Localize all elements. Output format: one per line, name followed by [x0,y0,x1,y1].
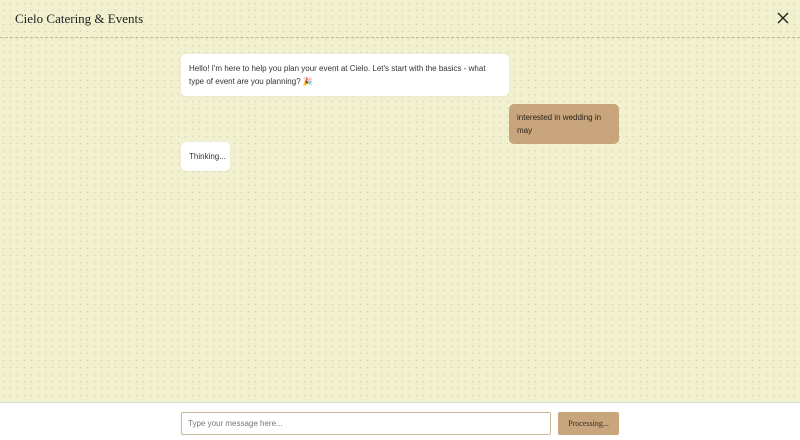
message-list[interactable]: Hello! I'm here to help you plan your ev… [0,38,800,402]
user-message: interested in wedding in may [509,104,619,144]
message-input[interactable] [181,412,551,435]
bot-message: Hello! I'm here to help you plan your ev… [181,54,509,96]
bot-thinking-message: Thinking... [181,142,230,171]
app-title: Cielo Catering & Events [15,11,144,26]
send-button[interactable]: Processing... [558,412,619,435]
chat-header: Cielo Catering & Events [0,0,800,38]
close-icon[interactable] [776,11,790,25]
composer-bar: Processing... [0,402,800,440]
